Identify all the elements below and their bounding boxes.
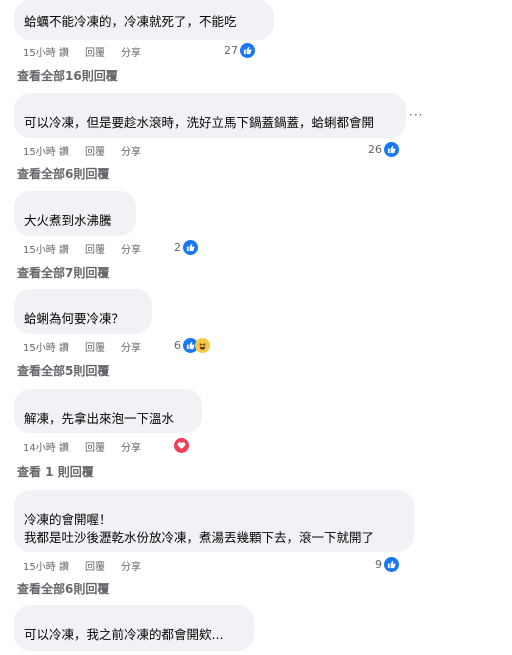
timestamp[interactable]: 14小時: [23, 439, 59, 454]
comment-bubble: 大火煮到水沸騰: [14, 191, 136, 236]
share-button[interactable]: 分享: [121, 439, 151, 454]
reaction-number: 2: [174, 240, 181, 254]
like-button[interactable]: 讚: [59, 439, 85, 454]
reply-button[interactable]: 回覆: [85, 558, 121, 573]
comment-bubble: 蛤蠣不能冷凍的，冷凍就死了，不能吃: [14, 0, 274, 40]
comment-text: 蛤蠣不能冷凍的，冷凍就死了，不能吃: [24, 14, 237, 29]
comment-actions: 15小時 讚 回覆 分享: [23, 558, 151, 573]
comment-actions: 15小時 讚 回覆 分享: [23, 44, 151, 59]
reaction-number: 26: [368, 142, 382, 156]
view-replies-link[interactable]: 查看 1 則回覆: [17, 463, 94, 480]
like-button[interactable]: 讚: [59, 558, 85, 573]
view-replies-link[interactable]: 查看全部6則回覆: [17, 580, 109, 597]
view-replies-link[interactable]: 查看全部6則回覆: [17, 165, 109, 182]
more-options-icon[interactable]: ···: [409, 108, 423, 122]
timestamp[interactable]: 15小時: [23, 143, 59, 158]
thumbs-up-icon: [384, 556, 399, 572]
view-replies-link[interactable]: 查看全部16則回覆: [17, 67, 118, 84]
comment-actions: 15小時 讚 回覆 分享: [23, 143, 151, 158]
reply-button[interactable]: 回覆: [85, 143, 121, 158]
thumbs-up-icon: [183, 239, 198, 255]
like-button[interactable]: 讚: [59, 143, 85, 158]
comment-actions: 14小時 讚 回覆 分享: [23, 439, 151, 454]
share-button[interactable]: 分享: [121, 558, 151, 573]
reaction-count[interactable]: 2: [174, 239, 198, 255]
comment-bubble: 可以冷凍，但是要趁水滾時，洗好立馬下鍋蓋鍋蓋，蛤蜊都會開: [14, 93, 406, 138]
timestamp[interactable]: 15小時: [23, 339, 59, 354]
share-button[interactable]: 分享: [121, 241, 151, 256]
comment-actions: 15小時 讚 回覆 分享: [23, 339, 151, 354]
comment-text: 蛤蜊為何要冷凍？: [24, 311, 125, 326]
timestamp[interactable]: 15小時: [23, 558, 59, 573]
timestamp[interactable]: 15小時: [23, 241, 59, 256]
comment-text: 解凍，先拿出來泡一下溫水: [24, 411, 175, 426]
heart-icon: [174, 437, 189, 453]
comment-bubble: 冷凍的會開喔！ 我都是吐沙後瀝乾水份放冷凍，煮湯丟幾顆下去，滾一下就開了: [14, 490, 414, 552]
reply-button[interactable]: 回覆: [85, 44, 121, 59]
timestamp[interactable]: 15小時: [23, 44, 59, 59]
reply-button[interactable]: 回覆: [85, 241, 121, 256]
like-button[interactable]: 讚: [59, 339, 85, 354]
like-button[interactable]: 讚: [59, 241, 85, 256]
comment-text-line-1: 冷凍的會開喔！: [24, 512, 112, 527]
reaction-number: 9: [375, 557, 382, 571]
reaction-count[interactable]: 27: [224, 42, 255, 58]
view-replies-link[interactable]: 查看全部5則回覆: [17, 362, 109, 379]
reply-button[interactable]: 回覆: [85, 439, 121, 454]
comment-text: 可以冷凍，但是要趁水滾時，洗好立馬下鍋蓋鍋蓋，蛤蜊都會開: [24, 115, 375, 130]
thumbs-up-icon: [384, 141, 399, 157]
view-replies-link[interactable]: 查看全部7則回覆: [17, 264, 109, 281]
reaction-count[interactable]: 9: [375, 556, 399, 572]
thumbs-up-icon: [240, 42, 255, 58]
comment-actions: 15小時 讚 回覆 分享: [23, 241, 151, 256]
comment-text-line-2: 我都是吐沙後瀝乾水份放冷凍，煮湯丟幾顆下去，滾一下就開了: [24, 530, 375, 545]
share-button[interactable]: 分享: [121, 44, 151, 59]
reaction-count[interactable]: 26: [368, 141, 399, 157]
reply-button[interactable]: 回覆: [85, 339, 121, 354]
comment-text: 大火煮到水沸騰: [24, 213, 112, 228]
haha-icon: [195, 337, 210, 353]
comment-bubble: 蛤蜊為何要冷凍？: [14, 289, 152, 334]
like-button[interactable]: 讚: [59, 44, 85, 59]
comment-bubble: 可以冷凍，我之前冷凍的都會開欸...: [14, 605, 254, 651]
comment-text: 可以冷凍，我之前冷凍的都會開欸...: [24, 627, 224, 642]
reaction-count[interactable]: [174, 437, 189, 453]
share-button[interactable]: 分享: [121, 339, 151, 354]
share-button[interactable]: 分享: [121, 143, 151, 158]
reaction-number: 27: [224, 43, 238, 57]
comment-bubble: 解凍，先拿出來泡一下溫水: [14, 389, 202, 433]
reaction-number: 6: [174, 338, 181, 352]
reaction-count[interactable]: 6: [174, 337, 210, 353]
